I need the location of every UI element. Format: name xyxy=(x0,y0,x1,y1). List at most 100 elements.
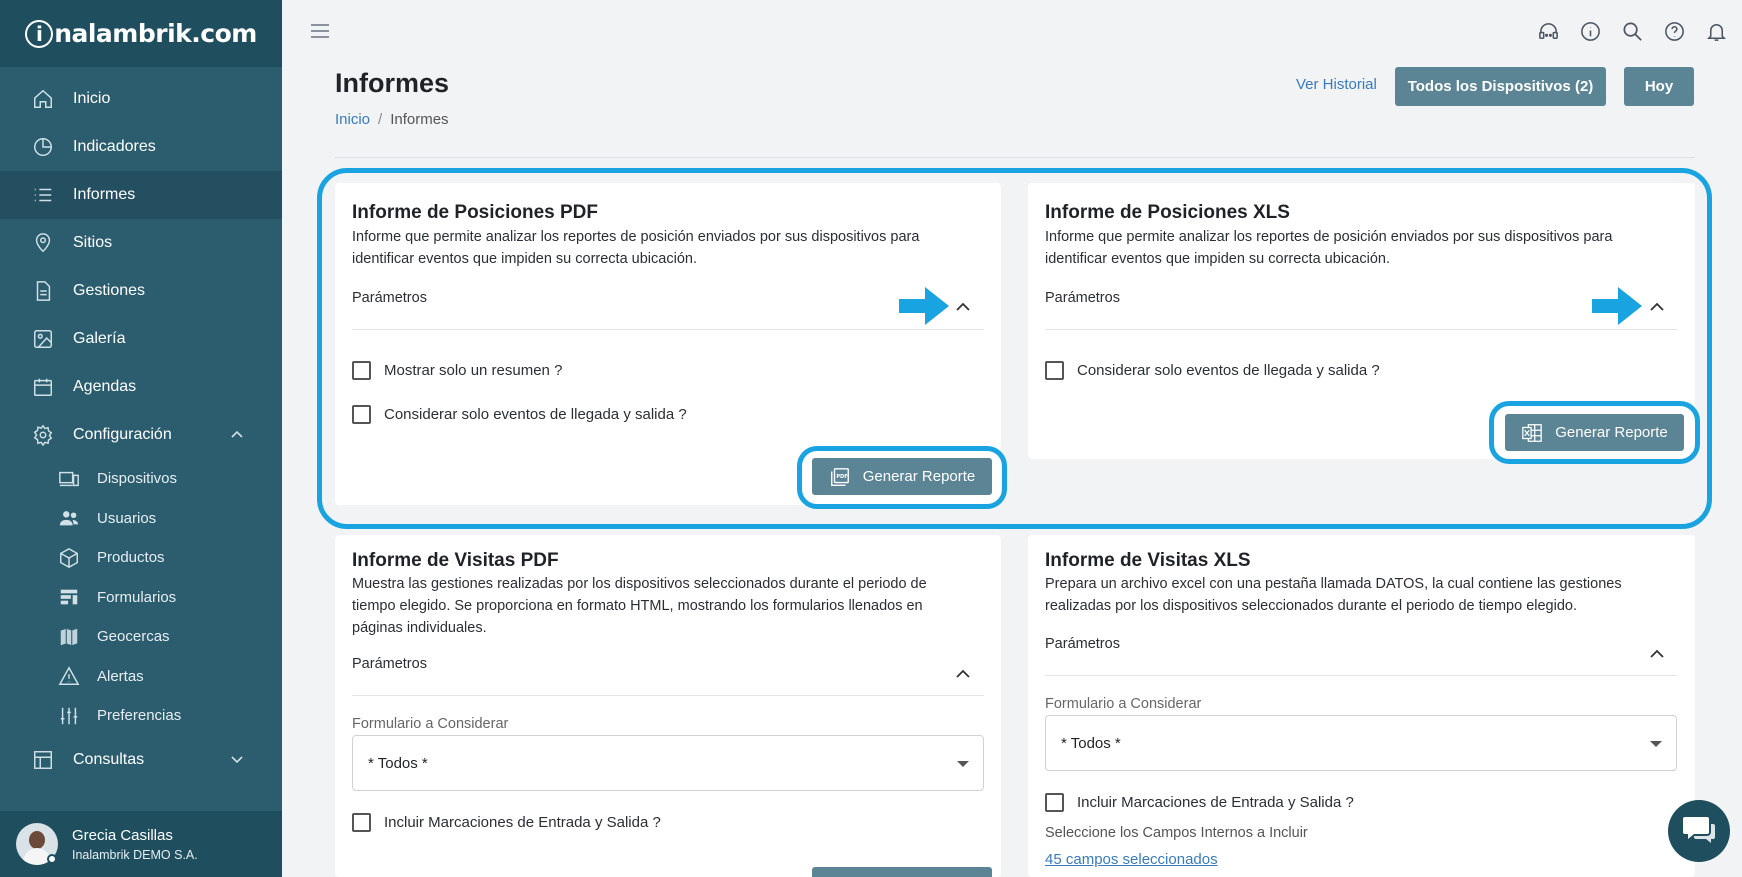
sidebar-nav: Inicio Indicadores Informes Sitios Gesti… xyxy=(0,67,282,784)
sidebar-item-label: Sitios xyxy=(73,234,113,251)
user-bar[interactable]: Grecia Casillas Inalambrik DEMO S.A. xyxy=(0,811,282,877)
sidebar-subitem-dispositivos[interactable]: Dispositivos xyxy=(0,459,282,499)
sidebar-item-label: Indicadores xyxy=(73,138,156,155)
table-icon xyxy=(32,749,54,771)
card-title: Informe de Visitas XLS xyxy=(1045,550,1251,571)
card-visitas-pdf: Informe de Visitas PDF Muestra las gesti… xyxy=(335,535,1001,877)
sidebar-item-galeria[interactable]: Galería xyxy=(0,315,282,363)
date-filter-button[interactable]: Hoy xyxy=(1624,67,1694,106)
sidebar-item-label: Inicio xyxy=(73,90,111,107)
sidebar-subitem-usuarios[interactable]: Usuarios xyxy=(0,499,282,539)
sidebar-item-indicadores[interactable]: Indicadores xyxy=(0,123,282,171)
sidebar-subitem-label: Geocercas xyxy=(97,628,170,646)
form-select[interactable]: * Todos * xyxy=(352,735,984,791)
checkbox-label: Incluir Marcaciones de Entrada y Salida … xyxy=(384,814,661,831)
chevron-up-icon[interactable] xyxy=(230,427,244,446)
list-icon xyxy=(32,184,54,206)
checkbox-label: Incluir Marcaciones de Entrada y Salida … xyxy=(1077,794,1354,811)
sidebar-subitem-preferencias[interactable]: Preferencias xyxy=(0,696,282,736)
breadcrumb-separator: / xyxy=(378,111,383,128)
search-icon[interactable] xyxy=(1621,20,1644,43)
sidebar: i nalambrik.com Inicio Indicadores Inform… xyxy=(0,0,282,877)
info-icon[interactable] xyxy=(1579,20,1602,43)
header-divider xyxy=(335,157,1695,158)
sidebar-subitem-label: Dispositivos xyxy=(97,470,178,488)
params-toggle[interactable]: Parámetros xyxy=(352,656,427,672)
headset-icon[interactable] xyxy=(1537,20,1560,43)
sidebar-subitem-label: Alertas xyxy=(97,667,144,685)
logo-mark: i xyxy=(25,19,54,48)
checkbox-row[interactable]: Incluir Marcaciones de Entrada y Salida … xyxy=(352,813,661,832)
logo-bar: i nalambrik.com xyxy=(0,0,282,67)
chat-button[interactable] xyxy=(1668,800,1730,862)
sidebar-item-inicio[interactable]: Inicio xyxy=(0,75,282,123)
card-description: Muestra las gestiones realizadas por los… xyxy=(352,576,927,636)
user-org: Inalambrik DEMO S.A. xyxy=(72,847,198,862)
select-value: * Todos * xyxy=(368,754,428,772)
user-name: Grecia Casillas xyxy=(72,826,173,844)
checkbox-row[interactable]: Incluir Marcaciones de Entrada y Salida … xyxy=(1045,793,1354,812)
field-label: Formulario a Considerar xyxy=(1045,696,1202,712)
bell-icon[interactable] xyxy=(1705,20,1728,43)
sidebar-item-configuracion[interactable]: Configuración xyxy=(0,411,282,459)
sidebar-subitem-productos[interactable]: Productos xyxy=(0,538,282,578)
calendar-icon xyxy=(32,376,54,398)
params-toggle[interactable]: Parámetros xyxy=(1045,636,1120,652)
gear-icon xyxy=(32,424,54,446)
image-icon xyxy=(32,328,54,350)
chevron-up-icon[interactable] xyxy=(956,669,970,679)
chat-icon xyxy=(1682,814,1716,849)
checkbox[interactable] xyxy=(1045,793,1064,812)
dropdown-arrow-icon xyxy=(957,761,969,767)
sidebar-subitem-geocercas[interactable]: Geocercas xyxy=(0,617,282,657)
users-icon xyxy=(58,507,80,529)
generate-report-button[interactable] xyxy=(812,867,992,877)
box-icon xyxy=(58,547,80,569)
home-icon xyxy=(32,88,54,110)
sidebar-item-gestiones[interactable]: Gestiones xyxy=(0,267,282,315)
highlight-frame xyxy=(317,168,1712,529)
form-select[interactable]: * Todos * xyxy=(1045,715,1677,771)
logo[interactable]: i nalambrik.com xyxy=(25,19,257,48)
card-title: Informe de Visitas PDF xyxy=(352,550,559,571)
warning-icon xyxy=(58,665,80,687)
sliders-icon xyxy=(58,705,80,727)
logo-text: nalambrik.com xyxy=(54,19,257,48)
sidebar-item-label: Consultas xyxy=(73,750,145,768)
field-label: Formulario a Considerar xyxy=(352,716,509,732)
form-icon xyxy=(58,586,80,608)
divider xyxy=(1045,675,1677,676)
map-pin-icon xyxy=(32,232,54,254)
chevron-up-icon[interactable] xyxy=(1650,649,1664,659)
sidebar-item-sitios[interactable]: Sitios xyxy=(0,219,282,267)
page-title: Informes xyxy=(335,68,450,98)
breadcrumb: Inicio / Informes xyxy=(335,111,449,128)
sidebar-item-agendas[interactable]: Agendas xyxy=(0,363,282,411)
campos-link[interactable]: 45 campos seleccionados xyxy=(1045,851,1218,868)
top-toolbar xyxy=(1537,20,1728,43)
divider xyxy=(352,695,984,696)
sidebar-item-informes[interactable]: Informes xyxy=(0,171,282,219)
sidebar-subitem-alertas[interactable]: Alertas xyxy=(0,657,282,697)
breadcrumb-current: Informes xyxy=(390,111,449,128)
menu-icon[interactable] xyxy=(310,22,330,40)
card-description: Prepara un archivo excel con una pestaña… xyxy=(1045,576,1622,614)
sidebar-item-label: Informes xyxy=(73,186,136,203)
sidebar-item-label: Gestiones xyxy=(73,282,146,299)
sidebar-item-label: Galería xyxy=(73,330,126,347)
sidebar-subitem-label: Usuarios xyxy=(97,509,157,527)
sidebar-subitem-label: Productos xyxy=(97,549,165,567)
ver-historial-link[interactable]: Ver Historial xyxy=(1296,76,1377,93)
chevron-down-icon[interactable] xyxy=(230,752,244,771)
breadcrumb-home[interactable]: Inicio xyxy=(335,111,370,128)
card-visitas-xls: Informe de Visitas XLS Prepara un archiv… xyxy=(1028,535,1695,877)
sidebar-subitem-formularios[interactable]: Formularios xyxy=(0,578,282,618)
arrow-right-icon xyxy=(899,287,949,325)
devices-filter-button[interactable]: Todos los Dispositivos (2) xyxy=(1395,67,1606,106)
sidebar-item-consultas[interactable]: Consultas xyxy=(0,736,282,784)
sidebar-item-label: Configuración xyxy=(73,426,172,443)
help-icon[interactable] xyxy=(1663,20,1686,43)
arrow-right-icon xyxy=(1592,287,1642,325)
select-value: * Todos * xyxy=(1061,734,1121,752)
checkbox[interactable] xyxy=(352,813,371,832)
